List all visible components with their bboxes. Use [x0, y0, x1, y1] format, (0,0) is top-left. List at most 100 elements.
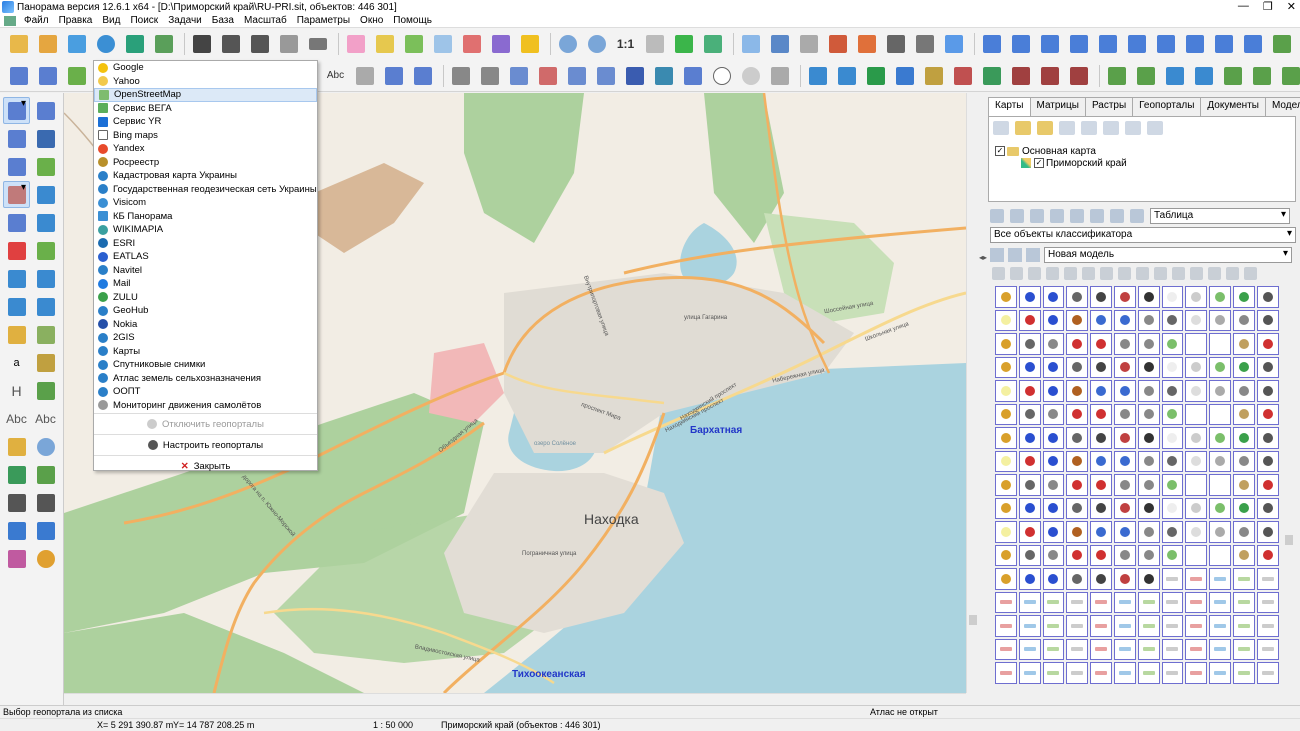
symbol-cell[interactable] [1137, 427, 1160, 449]
abc-text-button[interactable] [892, 64, 917, 88]
symbol-cell[interactable] [1232, 356, 1255, 378]
search-tool[interactable] [32, 433, 59, 460]
symbol-cell[interactable] [1018, 309, 1041, 331]
symbol-cell[interactable] [1209, 356, 1231, 378]
curve-type-icon[interactable] [1010, 267, 1023, 280]
symbol-cell[interactable] [1018, 568, 1041, 590]
layers-button[interactable] [122, 32, 147, 56]
symbol-cell[interactable] [995, 521, 1017, 543]
pencil-icon[interactable] [372, 32, 397, 56]
symbol-cell[interactable] [1232, 286, 1255, 308]
symbol-cell[interactable] [995, 544, 1017, 566]
geoportal-item-geohub[interactable]: GeoHub [94, 304, 317, 318]
symbol-cell[interactable] [1232, 662, 1255, 684]
symbol-cell[interactable] [1113, 450, 1136, 472]
symbol-cell[interactable] [1018, 497, 1041, 519]
symbol-scrollbar[interactable] [1284, 285, 1294, 705]
symbol-cell[interactable] [1209, 427, 1231, 449]
vector-tool-8[interactable] [1182, 32, 1207, 56]
tool-f[interactable] [1066, 64, 1091, 88]
symbol-cell[interactable] [1185, 403, 1208, 425]
symbol-cell[interactable] [1161, 380, 1184, 402]
symbol-cell[interactable] [1090, 615, 1112, 637]
legend-icon-6[interactable] [1090, 209, 1104, 223]
add-map-button[interactable] [35, 32, 60, 56]
symbol-cell[interactable] [1018, 544, 1041, 566]
menu-help[interactable]: Помощь [388, 15, 437, 26]
symbol-cell[interactable] [1232, 521, 1255, 543]
split-line-tool[interactable] [3, 181, 30, 208]
symbol-cell[interactable] [1066, 615, 1089, 637]
symbol-cell[interactable] [1137, 497, 1160, 519]
check-area-tool[interactable] [32, 377, 59, 404]
geoportal-item-satellite[interactable]: Спутниковые снимки [94, 358, 317, 372]
symbol-cell[interactable] [1066, 333, 1089, 355]
tool-b[interactable] [950, 64, 975, 88]
tool-j[interactable] [1249, 64, 1274, 88]
vector-tool-1[interactable] [979, 32, 1004, 56]
symbol-cell[interactable] [1256, 450, 1279, 472]
symbol-cell[interactable] [1137, 403, 1160, 425]
symbol-cell[interactable] [1113, 309, 1136, 331]
symbol-cell[interactable] [995, 568, 1017, 590]
symbol-cell[interactable] [1042, 427, 1065, 449]
symbol-cell[interactable] [1066, 356, 1089, 378]
symbol-cell[interactable] [1066, 403, 1089, 425]
geoportal-item-ukraine-geodetic[interactable]: Государственная геодезическая сеть Украи… [94, 183, 317, 197]
symbol-cell[interactable] [1185, 638, 1208, 660]
symbol-cell[interactable] [1042, 309, 1065, 331]
vector-tool-10[interactable] [1240, 32, 1265, 56]
symbol-cell[interactable] [1113, 521, 1136, 543]
table-type-icon[interactable] [1226, 267, 1239, 280]
tree-root-checkbox[interactable]: ✓ [995, 146, 1005, 156]
symbol-cell[interactable] [995, 427, 1017, 449]
symbol-cell[interactable] [1042, 521, 1065, 543]
grid-icon[interactable] [622, 64, 647, 88]
symbol-cell[interactable] [1090, 662, 1112, 684]
menu-edit[interactable]: Правка [54, 15, 98, 26]
symbol-cell[interactable] [1209, 403, 1231, 425]
zoom-out-button[interactable] [555, 32, 580, 56]
symbol-cell[interactable] [1042, 662, 1065, 684]
symbol-cell[interactable] [1256, 286, 1279, 308]
add-folder-icon[interactable] [1037, 121, 1053, 135]
symbol-cell[interactable] [1209, 333, 1231, 355]
brush-icon[interactable] [680, 64, 705, 88]
symbol-cell[interactable] [1137, 333, 1160, 355]
symbol-cell[interactable] [1018, 427, 1041, 449]
symbol-cell[interactable] [995, 638, 1017, 660]
check-icon[interactable] [671, 32, 696, 56]
symbol-cell[interactable] [1113, 638, 1136, 660]
square-point-icon[interactable] [834, 64, 859, 88]
symbol-cell[interactable] [1256, 591, 1279, 613]
symbol-cell[interactable] [1113, 591, 1136, 613]
geoportal-item-esri[interactable]: ESRI [94, 237, 317, 251]
symbol-cell[interactable] [1018, 662, 1041, 684]
symbol-cell[interactable] [1113, 403, 1136, 425]
symbol-cell[interactable] [1018, 403, 1041, 425]
symbol-cell[interactable] [1113, 497, 1136, 519]
legend-icon-4[interactable] [1050, 209, 1064, 223]
level-type-icon[interactable] [1154, 267, 1167, 280]
symbol-cell[interactable] [1066, 662, 1089, 684]
redo-arrow-icon[interactable] [32, 517, 59, 544]
open-folder-button[interactable] [6, 32, 31, 56]
text-label-button[interactable]: Abc [323, 64, 348, 88]
node-type-icon[interactable] [1172, 267, 1185, 280]
map-vertical-scrollbar[interactable] [966, 93, 978, 693]
symbol-cell[interactable] [1232, 497, 1255, 519]
symbol-cell[interactable] [1209, 380, 1231, 402]
menu-tasks[interactable]: Задачи [163, 15, 207, 26]
symbol-cell[interactable] [1256, 544, 1279, 566]
symbol-cell[interactable] [1090, 450, 1112, 472]
transfer-tool[interactable] [32, 461, 59, 488]
symbol-cell[interactable] [1018, 450, 1041, 472]
symbol-cell[interactable] [1161, 638, 1184, 660]
geoportal-item-2gis[interactable]: 2GIS [94, 331, 317, 345]
draw-line-tool[interactable] [3, 97, 30, 124]
text-a-tool[interactable]: a [3, 349, 30, 376]
symbol-cell[interactable] [995, 380, 1017, 402]
hatch-type-icon[interactable] [1136, 267, 1149, 280]
geoportal-item-yandex[interactable]: Yandex [94, 142, 317, 156]
symbol-cell[interactable] [1185, 662, 1208, 684]
